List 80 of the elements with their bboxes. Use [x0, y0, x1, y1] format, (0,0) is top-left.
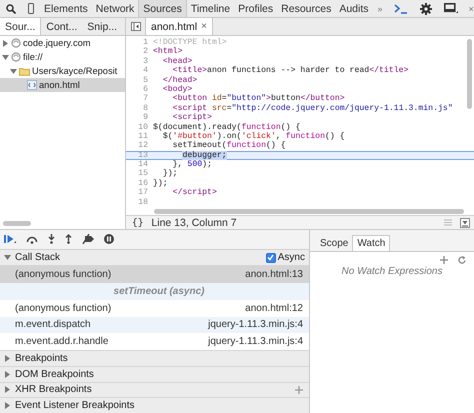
- call-frame[interactable]: (anonymous function) anon.html:13: [0, 266, 309, 284]
- close-button[interactable]: ×: [464, 0, 474, 17]
- line-number: 14: [137, 160, 149, 170]
- code-line: });: [153, 178, 168, 188]
- line-number: 15: [137, 169, 149, 179]
- code-line: }, 500);: [172, 160, 212, 170]
- file-tree-item[interactable]: Users/kayce/Reposit: [0, 64, 125, 78]
- line-number: 2: [142, 47, 149, 57]
- code-line: });: [162, 169, 178, 179]
- line-number: 8: [142, 104, 149, 114]
- line-number: 3: [142, 56, 149, 66]
- function-name: (anonymous function): [15, 269, 112, 280]
- code-line: <button id="button">button</button>: [172, 94, 345, 104]
- navigator-tab[interactable]: Cont...: [41, 18, 82, 35]
- pane-title: Breakpoints: [15, 352, 69, 364]
- panel-tab[interactable]: Resources: [277, 0, 336, 17]
- line-number: 12: [137, 141, 149, 151]
- line-number: 10: [137, 122, 149, 132]
- code-line: setTimeout(function() {: [172, 141, 286, 151]
- pane-header[interactable]: Breakpoints: [0, 350, 309, 366]
- code-line: <!DOCTYPE html>: [153, 38, 227, 47]
- pane-title: Event Listener Breakpoints: [15, 400, 136, 412]
- panel-tab[interactable]: Profiles: [234, 0, 278, 17]
- code-line: </script>: [172, 188, 217, 198]
- navigator-tab[interactable]: Sour...: [0, 18, 42, 35]
- file-tree-item[interactable]: file://: [0, 50, 125, 64]
- empty-watch-message: No Watch Expressions: [340, 266, 444, 277]
- code-line: <body>: [162, 84, 192, 94]
- line-number: 4: [142, 66, 149, 76]
- panel-tab[interactable]: Network: [92, 0, 138, 17]
- pane-header[interactable]: Event Listener Breakpoints: [0, 397, 309, 413]
- frame-location: anon.html:12: [245, 302, 303, 314]
- pane-title: DOM Breakpoints: [15, 368, 95, 380]
- file-tree-item[interactable]: anon.html: [0, 78, 125, 92]
- line-number: 16: [137, 178, 149, 188]
- checkbox-label: Async: [278, 252, 305, 264]
- call-stack-header[interactable]: Call Stack Async: [0, 250, 309, 266]
- call-frame[interactable]: m.event.dispatch jquery-1.11.3.min.js:4: [0, 316, 309, 334]
- line-number: 18: [137, 198, 149, 208]
- function-name: m.event.add.r.handle: [15, 336, 108, 348]
- file-tab[interactable]: anon.html ×: [145, 18, 213, 35]
- navigator-tab[interactable]: Snip...: [82, 18, 122, 35]
- line-number: 1: [142, 38, 149, 48]
- code-line: $('#button').on('click', function() {: [162, 132, 345, 141]
- line-number: 9: [142, 113, 149, 123]
- pane-header[interactable]: XHR Breakpoints: [0, 382, 309, 398]
- line-number: 7: [142, 94, 149, 104]
- more-tabs-button[interactable]: »: [372, 0, 388, 17]
- cursor-position: Line 13, Column 7: [151, 216, 237, 228]
- panel-tab[interactable]: Audits: [335, 0, 373, 17]
- file-tab-label: anon.html: [151, 20, 198, 32]
- line-number: 5: [142, 76, 149, 85]
- function-name: m.event.dispatch: [15, 319, 91, 330]
- panel-tab[interactable]: Elements: [40, 0, 92, 17]
- line-number: 6: [142, 84, 149, 94]
- sidebar-tab[interactable]: Scope: [316, 235, 352, 251]
- code-line: <script src="http://code.jquery.com/jquery-1.11.3.min.js": [172, 104, 453, 113]
- panel-tab[interactable]: Sources: [138, 0, 187, 17]
- sidebar-tab[interactable]: Watch: [352, 235, 390, 251]
- pane-header[interactable]: DOM Breakpoints: [0, 366, 309, 382]
- frame-location: anon.html:13: [245, 269, 303, 280]
- function-name: (anonymous function): [15, 302, 112, 314]
- file-tree-item[interactable]: code.jquery.com: [0, 36, 125, 50]
- line-number: 13: [137, 150, 149, 160]
- pretty-print-button[interactable]: {}: [132, 217, 144, 228]
- panel-tab[interactable]: Timeline: [186, 0, 234, 17]
- async-label: setTimeout (async): [114, 286, 204, 297]
- code-line: $(document).ready(function() {: [153, 122, 300, 132]
- section-title: Call Stack: [15, 252, 62, 264]
- code-line: </head>: [162, 76, 198, 85]
- code-line: <title>anon functions --> harder to read</title>: [172, 66, 408, 76]
- close-tab-button[interactable]: ×: [201, 21, 207, 32]
- code-line: <script>: [172, 113, 212, 123]
- line-number: 11: [137, 132, 149, 142]
- frame-location: jquery-1.11.3.min.js:4: [208, 336, 303, 348]
- code-line: <html>: [153, 47, 182, 57]
- line-number: 17: [137, 188, 149, 198]
- frame-location: jquery-1.11.3.min.js:4: [208, 319, 303, 330]
- code-line: <head>: [162, 56, 192, 66]
- pane-title: XHR Breakpoints: [15, 384, 93, 396]
